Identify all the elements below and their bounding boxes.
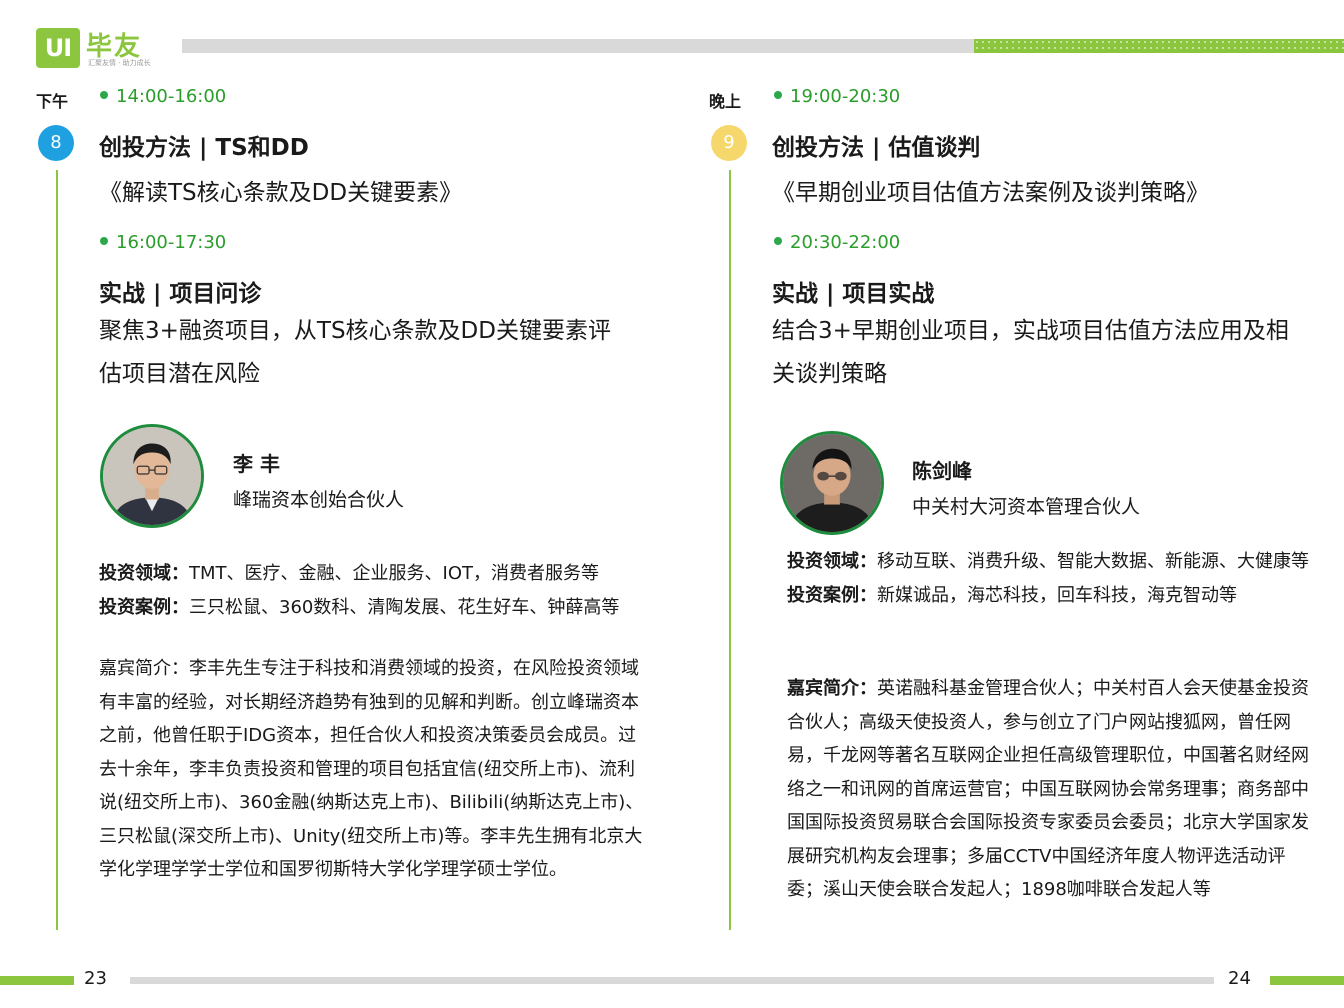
session-description: 聚焦3+融资项目，从TS核心条款及DD关键要素评 估项目潜在风险 — [99, 310, 611, 396]
investment-field: 投资领域：移动互联、消费升级、智能大数据、新能源、大健康等 — [787, 551, 1309, 572]
logo-slogan: 汇聚友情 · 助力成长 — [88, 59, 151, 67]
bullet-dot-icon — [774, 237, 782, 245]
speaker-role: 中关村大河资本管理合伙人 — [912, 496, 1141, 518]
session-number-badge: 9 — [711, 125, 747, 161]
investment-cases: 投资案例：三只松鼠、360数科、清陶发展、花生好车、钟薛高等 — [99, 596, 620, 618]
header-divider-green — [974, 39, 1344, 53]
description-line: 聚焦3+融资项目，从TS核心条款及DD关键要素评 — [99, 318, 611, 344]
speaker-name: 陈剑峰 — [912, 459, 972, 483]
header-divider-gray — [182, 39, 974, 53]
session-title: 实战 | 项目问诊 — [99, 281, 262, 307]
speaker-investment-info: 投资领域：TMT、医疗、金融、企业服务、IOT，消费者服务等 投资案例：三只松鼠… — [99, 557, 659, 624]
description-line: 关谈判策略 — [772, 361, 887, 387]
period-label-left: 下午 — [36, 92, 69, 111]
speaker-avatar — [100, 424, 204, 528]
session-description: 结合3+早期创业项目，实战项目估值方法应用及相 关谈判策略 — [772, 310, 1289, 396]
speaker-photo — [103, 427, 201, 525]
session-time: 14:00-16:00 — [100, 86, 226, 107]
speaker-bio: 嘉宾简介：英诺融科基金管理合伙人；中关村百人会天使基金投资合伙人；高级天使投资人… — [787, 678, 1309, 900]
session-title: 创投方法 | 估值谈判 — [772, 135, 981, 161]
bullet-dot-icon — [100, 237, 108, 245]
speaker-photo — [783, 434, 881, 532]
bullet-dot-icon — [100, 91, 108, 99]
session-title: 创投方法 | TS和DD — [99, 135, 309, 161]
timeline-line — [729, 170, 731, 930]
speaker-investment-info: 投资领域：移动互联、消费升级、智能大数据、新能源、大健康等 投资案例：新媒诚品，… — [787, 545, 1313, 612]
speaker-avatar — [780, 431, 884, 535]
description-line: 估项目潜在风险 — [99, 361, 260, 387]
footer-accent-right — [1270, 976, 1344, 985]
bullet-dot-icon — [774, 91, 782, 99]
footer-divider — [130, 977, 1214, 984]
speaker-bio: 嘉宾简介：李丰先生专注于科技和消费领域的投资，在风险投资领域有丰富的经验，对长期… — [99, 658, 644, 880]
session-time: 19:00-20:30 — [774, 86, 900, 107]
session-title: 实战 | 项目实战 — [772, 281, 935, 307]
footer-accent-left — [0, 976, 74, 985]
logo: UI 毕友 汇聚友情 · 助力成长 — [36, 26, 176, 72]
logo-mark: UI — [36, 28, 80, 68]
investment-cases: 投资案例：新媒诚品，海芯科技，回车科技，海克智动等 — [787, 584, 1237, 606]
session-subtitle: 《解读TS核心条款及DD关键要素》 — [99, 180, 463, 206]
session-subtitle: 《早期创业项目估值方法案例及谈判策略》 — [772, 180, 1209, 206]
period-label-right: 晚上 — [709, 92, 742, 111]
speaker-role: 峰瑞资本创始合伙人 — [233, 489, 405, 511]
session-time: 16:00-17:30 — [100, 232, 226, 253]
page-number-left: 23 — [84, 968, 107, 989]
page-number-right: 24 — [1228, 968, 1251, 989]
investment-field: 投资领域：TMT、医疗、金融、企业服务、IOT，消费者服务等 — [99, 563, 599, 584]
session-time: 20:30-22:00 — [774, 232, 900, 253]
timeline-line — [56, 170, 58, 930]
session-number-badge: 8 — [38, 125, 74, 161]
speaker-name: 李 丰 — [233, 452, 280, 476]
description-line: 结合3+早期创业项目，实战项目估值方法应用及相 — [772, 318, 1289, 344]
